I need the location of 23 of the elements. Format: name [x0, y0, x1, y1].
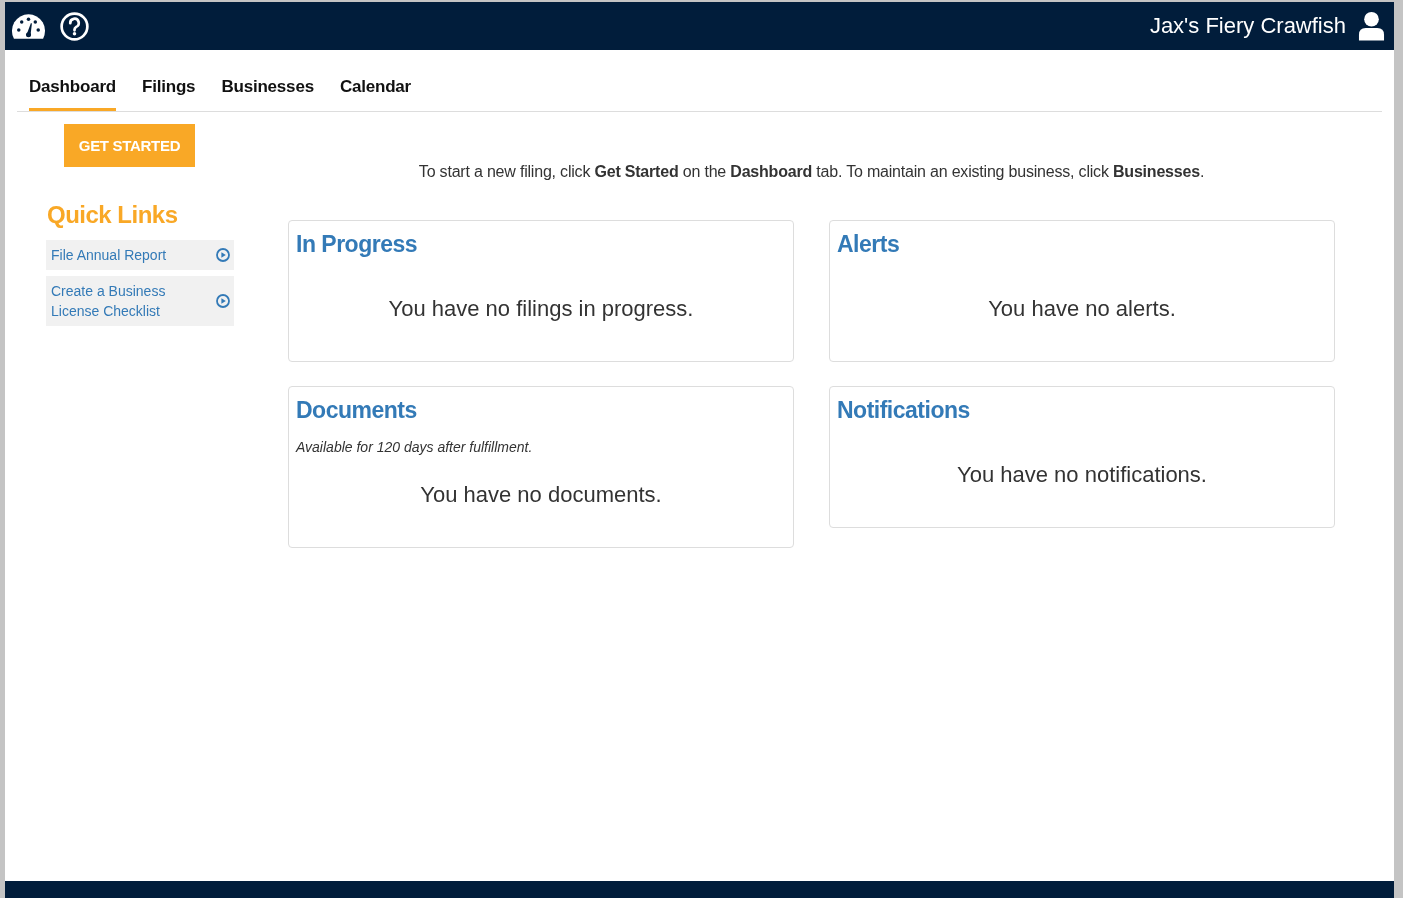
nav-tab[interactable]: Dashboard	[29, 50, 116, 111]
nav-tab[interactable]: Calendar	[339, 50, 412, 111]
card-title: Notifications	[837, 396, 971, 425]
empty-message: You have no notifications.	[956, 461, 1208, 489]
nav-tab[interactable]: Businesses	[221, 50, 314, 111]
empty-message: You have no alerts.	[987, 295, 1177, 323]
dashboard-gauge-icon[interactable]	[11, 12, 46, 40]
card-title: Documents	[296, 396, 418, 425]
account-name: Jax's Fiery Crawfish	[1149, 12, 1346, 40]
help-icon[interactable]	[60, 11, 89, 41]
card-title: In Progress	[296, 230, 419, 259]
user-icon[interactable]	[1358, 11, 1385, 41]
nav-tab[interactable]: Filings	[142, 50, 196, 111]
quick-link[interactable]: File Annual Report	[46, 240, 234, 270]
empty-message: You have no filings in progress.	[387, 295, 695, 323]
card-note: Available for 120 days after fulfillment.	[296, 439, 534, 455]
circle-play-icon	[216, 248, 230, 262]
empty-message: You have no documents.	[419, 481, 663, 509]
circle-play-icon	[216, 294, 230, 308]
card-title: Alerts	[837, 230, 901, 259]
quick-links-heading: Quick Links	[47, 200, 178, 229]
quick-link[interactable]: Create a Business License Checklist	[46, 276, 234, 326]
intro-text: To start a new filing, click Get Started on the Dashboard tab. To maintain an existing business, click Businesses.	[417, 163, 1206, 181]
